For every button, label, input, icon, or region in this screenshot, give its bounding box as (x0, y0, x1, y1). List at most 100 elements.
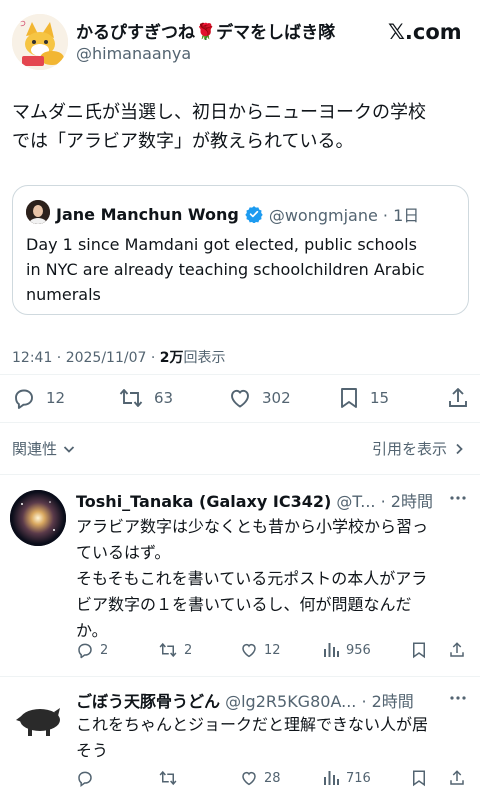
reply-text-line: そもそもこれを書いている元ポストの本人がアラ (76, 569, 428, 588)
reply-like-count: 28 (264, 770, 281, 786)
verified-badge-icon (245, 205, 263, 223)
more-dots-icon (450, 496, 466, 500)
analytics-icon (324, 643, 339, 657)
galaxy-avatar-icon (10, 490, 66, 546)
reply-text-line: そう (76, 741, 109, 760)
repost-icon (119, 389, 143, 407)
post-meta: 12:41 · 2025/11/07 · 2万回表示 (12, 347, 226, 367)
reply-button[interactable]: 12 (12, 386, 65, 410)
reply-text: これをちゃんとジョークだと理解できない人が居 そう (76, 712, 476, 764)
reply-reply-button[interactable]: 2 (76, 641, 108, 659)
view-quotes-link[interactable]: 引用を表示 (372, 438, 467, 459)
sort-relevance-label: 関連性 (12, 440, 58, 458)
views-count: 2万 (159, 350, 184, 366)
reply-text-line: ビア数字の１を書いているし、何が問題なんだ (76, 595, 412, 614)
reply-views-count: 716 (346, 770, 371, 786)
reply-handle-time: @T... · 2時間 (336, 492, 433, 511)
author-display-name[interactable]: かるぴすぎつね🌹デマをしばき隊 (76, 18, 376, 40)
svg-text:つ: つ (18, 19, 26, 28)
like-count: 302 (262, 389, 291, 407)
post-timestamp[interactable]: 12:41 · 2025/11/07 · (12, 350, 160, 366)
reply-bookmark-button[interactable] (410, 641, 428, 659)
fox-avatar-icon: つ (12, 14, 68, 70)
view-quotes-label: 引用を表示 (372, 440, 448, 458)
reply-repost-button[interactable]: 2 (158, 641, 192, 659)
repost-icon (159, 642, 177, 658)
more-dots-icon (450, 696, 466, 700)
chevron-down-icon (63, 445, 75, 453)
reply-icon (78, 643, 92, 659)
divider (0, 374, 480, 375)
analytics-icon (324, 771, 339, 785)
reply-avatar[interactable] (10, 490, 66, 546)
reply-repost-button[interactable] (158, 769, 184, 787)
reply-header: Toshi_Tanaka (Galaxy IC342) @T... · 2時間 (76, 488, 448, 512)
reply-views-button[interactable]: 716 (322, 769, 371, 787)
quote-avatar[interactable] (26, 200, 50, 224)
chevron-right-icon (456, 443, 463, 454)
bookmark-icon (413, 642, 425, 659)
reply-icon (78, 771, 92, 787)
reply-icon (15, 389, 33, 409)
quote-text: Day 1 since Mamdani got elected, public … (26, 232, 466, 307)
reply-handle-time: @lg2R5KG80A... · 2時間 (225, 692, 414, 711)
reply-more-button[interactable] (448, 690, 468, 706)
post-text-line: では「アラビア数字」が教えられている。 (12, 131, 354, 152)
quote-header: Jane Manchun Wong @wongmjane · 1日 (56, 202, 419, 226)
author-avatar[interactable]: つ (12, 14, 68, 70)
quote-author-name[interactable]: Jane Manchun Wong (56, 205, 239, 224)
boar-avatar-icon (10, 690, 66, 746)
quote-text-line: in NYC are already teaching schoolchildr… (26, 260, 425, 279)
reply-like-button[interactable]: 12 (240, 641, 281, 659)
reply-text-line: これをちゃんとジョークだと理解できない人が居 (76, 715, 429, 734)
x-brand-logo: 𝕏.com (388, 20, 462, 44)
reply-like-count: 12 (264, 642, 281, 658)
reply-count: 12 (46, 389, 66, 407)
reply-like-button[interactable]: 28 (240, 769, 281, 787)
author-name-text: かるぴすぎつね🌹デマをしばき隊 (76, 23, 336, 40)
reply-share-button[interactable] (448, 641, 466, 659)
post-text-line: マムダニ氏が当選し、初日からニューヨークの学校 (12, 102, 426, 123)
sort-relevance-dropdown[interactable]: 関連性 (12, 438, 77, 459)
reply-bookmark-button[interactable] (410, 769, 428, 787)
heart-icon (242, 643, 256, 658)
views-label: 回表示 (183, 350, 226, 366)
bookmark-button[interactable]: 15 (338, 386, 389, 410)
author-handle[interactable]: @himanaanya (76, 44, 191, 63)
share-icon (450, 770, 464, 785)
reply-reply-button[interactable] (76, 769, 100, 787)
heart-icon (231, 389, 249, 408)
reply-header: ごぼう天豚骨うどん @lg2R5KG80A... · 2時間 (76, 688, 448, 712)
share-button[interactable] (446, 386, 470, 410)
person-avatar-icon (26, 200, 50, 224)
bookmark-icon (341, 388, 357, 408)
reply-repost-count: 2 (184, 642, 193, 658)
reply-avatar[interactable] (10, 690, 66, 746)
heart-icon (242, 771, 256, 786)
divider (0, 474, 480, 475)
divider (0, 422, 480, 423)
reply-author-name[interactable]: ごぼう天豚骨うどん (76, 692, 220, 711)
divider (0, 676, 480, 677)
repost-icon (159, 770, 177, 786)
reply-share-button[interactable] (448, 769, 466, 787)
bookmark-icon (413, 770, 425, 787)
reply-text-line: アラビア数字は少なくとも昔から小学校から習っ (76, 517, 429, 536)
reply-views-count: 956 (346, 642, 371, 658)
repost-button[interactable]: 63 (118, 386, 173, 410)
quote-text-line: Day 1 since Mamdani got elected, public … (26, 235, 417, 254)
share-icon (449, 388, 467, 407)
reply-text-line: ているはず。 (76, 543, 171, 562)
bookmark-count: 15 (370, 389, 390, 407)
share-icon (450, 642, 464, 657)
quote-text-line: numerals (26, 285, 101, 304)
reply-more-button[interactable] (448, 490, 468, 506)
reply-views-button[interactable]: 956 (322, 641, 371, 659)
post-text: マムダニ氏が当選し、初日からニューヨークの学校 では「アラビア数字」が教えられて… (12, 98, 472, 156)
like-button[interactable]: 302 (228, 386, 291, 410)
reply-author-name[interactable]: Toshi_Tanaka (Galaxy IC342) (76, 492, 331, 511)
repost-count: 63 (154, 389, 174, 407)
quote-handle-time: @wongmjane · 1日 (268, 206, 420, 225)
reply-text: アラビア数字は少なくとも昔から小学校から習っ ているはず。 そもそもこれを書いて… (76, 514, 476, 644)
reply-reply-count: 2 (100, 642, 109, 658)
